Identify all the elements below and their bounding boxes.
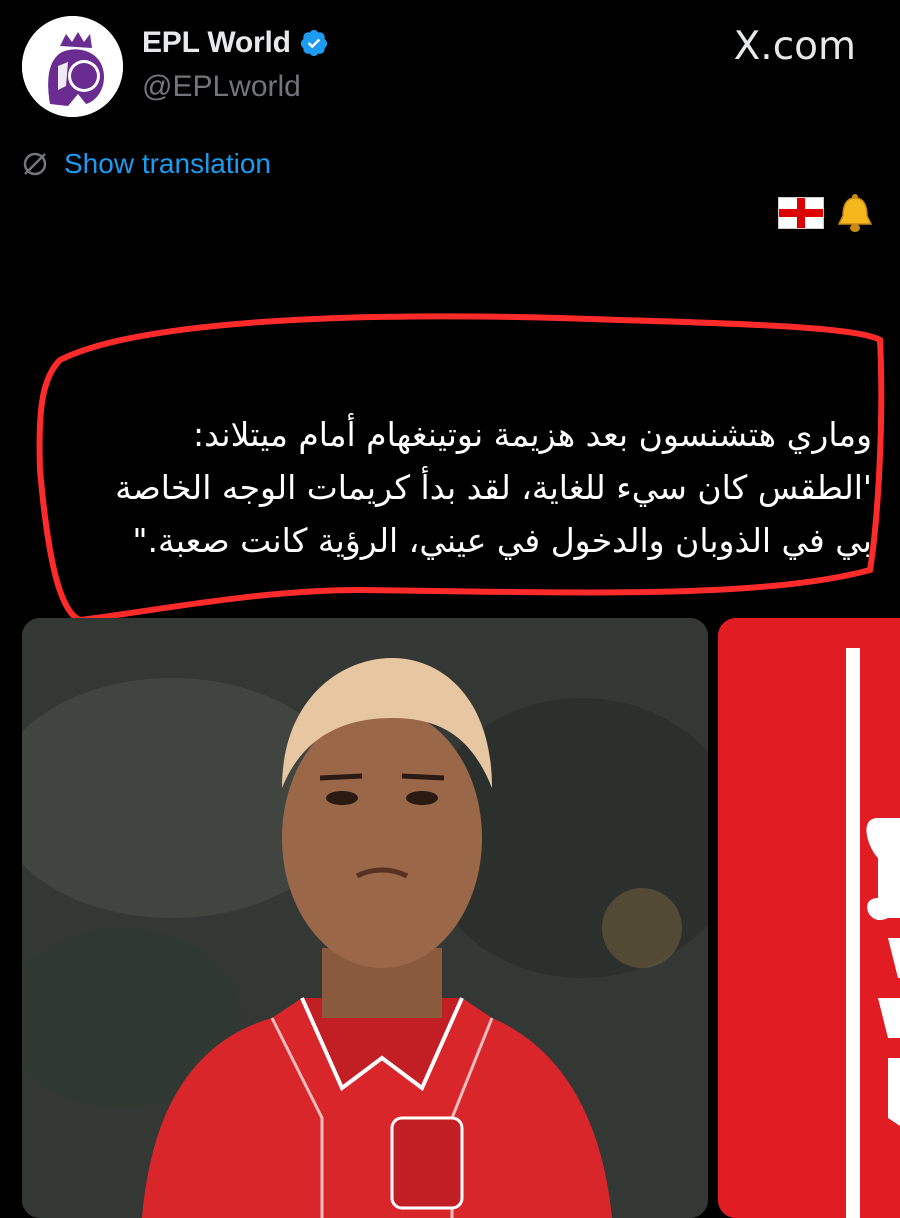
author-name[interactable]: EPL World [142,26,291,60]
tweet-body: وماري هتشنسون بعد هزيمة نوتينغهام أمام م… [12,408,872,567]
author-name-row[interactable]: EPL World [142,26,329,60]
premier-league-lion-icon [22,16,123,117]
emoji-row [778,190,878,236]
translate-globe-icon [23,152,47,176]
england-flag-icon [778,197,824,229]
tweet-body-line: بي في الذوبان والدخول في عيني، الرؤية كا… [132,521,872,560]
club-crest-icon [718,618,900,1218]
x-brand: X.com [734,24,856,69]
bell-icon [837,194,873,232]
show-translation-link[interactable]: Show translation [64,148,271,180]
avatar[interactable] [22,16,123,117]
media-player-photo[interactable] [22,618,708,1218]
media-club-panel[interactable] [718,618,900,1218]
player-photo-icon [22,618,708,1218]
author-handle[interactable]: @EPLworld [142,70,301,104]
translation-row[interactable]: Show translation [20,148,271,180]
verified-badge-icon [300,29,327,57]
tweet-body-line: وماري هتشنسون بعد هزيمة نوتينغهام أمام م… [192,415,872,454]
tweet-body-line: 'الطقس كان سيء للغاية، لقد بدأ كريمات ال… [115,468,872,507]
x-brand-label: X.com [733,24,856,69]
